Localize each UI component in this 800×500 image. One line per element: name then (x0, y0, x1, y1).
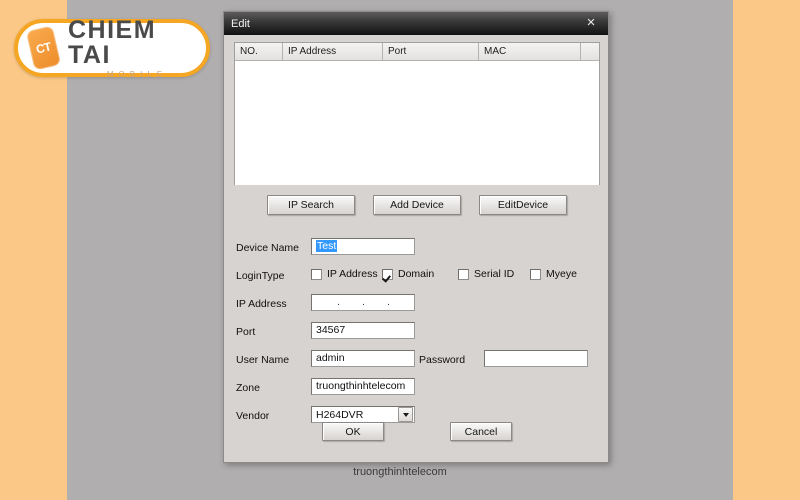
checkbox-ip-address-label: IP Address (327, 268, 378, 280)
device-list-body[interactable] (235, 61, 599, 185)
column-header-no[interactable]: NO. (235, 43, 283, 60)
checkbox-domain[interactable]: Domain (382, 268, 434, 280)
brand-logo: CT CHIEM TAI MOBILE (14, 15, 210, 79)
ip-octet-sep-2: . (362, 297, 365, 308)
logo-wordmark: CHIEM TAI MOBILE (68, 15, 206, 79)
ip-search-button[interactable]: IP Search (267, 195, 355, 215)
zone-input[interactable]: truongthinhtelecom (311, 378, 415, 395)
column-header-extra[interactable] (581, 43, 599, 60)
background-band-right (733, 0, 800, 500)
row-credentials: User Name admin Password (234, 348, 604, 376)
column-header-port[interactable]: Port (383, 43, 479, 60)
row-zone: Zone truongthinhtelecom (234, 376, 604, 404)
cancel-button[interactable]: Cancel (450, 422, 512, 441)
ip-octet-sep-1: . (337, 297, 340, 308)
checkbox-ip-address[interactable]: IP Address (311, 268, 378, 280)
ip-address-octets: . . . (316, 295, 414, 310)
device-name-input[interactable]: Test (311, 238, 415, 255)
dialog-footer: OK Cancel (234, 422, 600, 441)
logo-ct-monogram: CT (34, 39, 53, 57)
device-list-header: NO. IP Address Port MAC (235, 43, 599, 61)
vendor-dropdown[interactable]: H264DVR (311, 406, 415, 423)
login-type-label: LoginType (236, 270, 285, 282)
screenshot-root: CT CHIEM TAI MOBILE Edit × NO. IP Addres… (0, 0, 800, 500)
vendor-selected-value: H264DVR (316, 408, 364, 421)
checkbox-myeye-box[interactable] (530, 268, 541, 280)
device-action-buttons: IP Search Add Device EditDevice (234, 195, 600, 215)
login-type-options: IP Address Domain Serial ID Myeye (311, 268, 601, 284)
dialog-title: Edit (231, 17, 250, 30)
page-watermark: truongthinhtelecom (353, 466, 447, 478)
row-login-type: LoginType IP Address Domain Serial ID My… (234, 264, 604, 292)
checkbox-serial-id-box[interactable] (458, 268, 469, 280)
ip-address-input[interactable]: . . . (311, 294, 415, 311)
checkbox-domain-box[interactable] (382, 268, 393, 280)
checkbox-serial-id-label: Serial ID (474, 268, 515, 280)
device-list[interactable]: NO. IP Address Port MAC (234, 42, 600, 185)
close-icon[interactable]: × (582, 14, 600, 32)
logo-wordmark-sub: MOBILE (106, 69, 168, 79)
phone-icon: CT (25, 25, 62, 71)
edit-dialog: Edit × NO. IP Address Port MAC IP Search… (223, 11, 609, 463)
ip-octet-sep-3: . (387, 297, 390, 308)
ok-button[interactable]: OK (322, 422, 384, 441)
column-header-ip-address[interactable]: IP Address (283, 43, 383, 60)
row-device-name: Device Name Test (234, 236, 604, 264)
port-input[interactable]: 34567 (311, 322, 415, 339)
checkbox-myeye[interactable]: Myeye (530, 268, 577, 280)
row-port: Port 34567 (234, 320, 604, 348)
device-name-value: Test (316, 240, 338, 252)
ip-address-label: IP Address (236, 298, 287, 310)
user-name-input[interactable]: admin (311, 350, 415, 367)
zone-label: Zone (236, 382, 260, 394)
password-input[interactable] (484, 350, 588, 367)
checkbox-domain-label: Domain (398, 268, 435, 280)
vendor-label: Vendor (236, 410, 270, 422)
dialog-titlebar[interactable]: Edit × (224, 12, 608, 35)
chevron-down-icon[interactable] (398, 407, 413, 422)
device-name-label: Device Name (236, 242, 300, 254)
user-name-label: User Name (236, 354, 290, 366)
password-label: Password (419, 354, 466, 366)
logo-wordmark-main: CHIEM TAI (68, 15, 157, 69)
port-label: Port (236, 326, 256, 338)
add-device-button[interactable]: Add Device (373, 195, 461, 215)
edit-device-button[interactable]: EditDevice (479, 195, 567, 215)
column-header-mac[interactable]: MAC (479, 43, 581, 60)
checkbox-myeye-label: Myeye (546, 268, 577, 280)
device-settings-form: Device Name Test LoginType IP Address Do… (234, 236, 604, 432)
checkbox-ip-address-box[interactable] (311, 268, 322, 280)
checkbox-serial-id[interactable]: Serial ID (458, 268, 514, 280)
row-ip-address: IP Address . . . (234, 292, 604, 320)
